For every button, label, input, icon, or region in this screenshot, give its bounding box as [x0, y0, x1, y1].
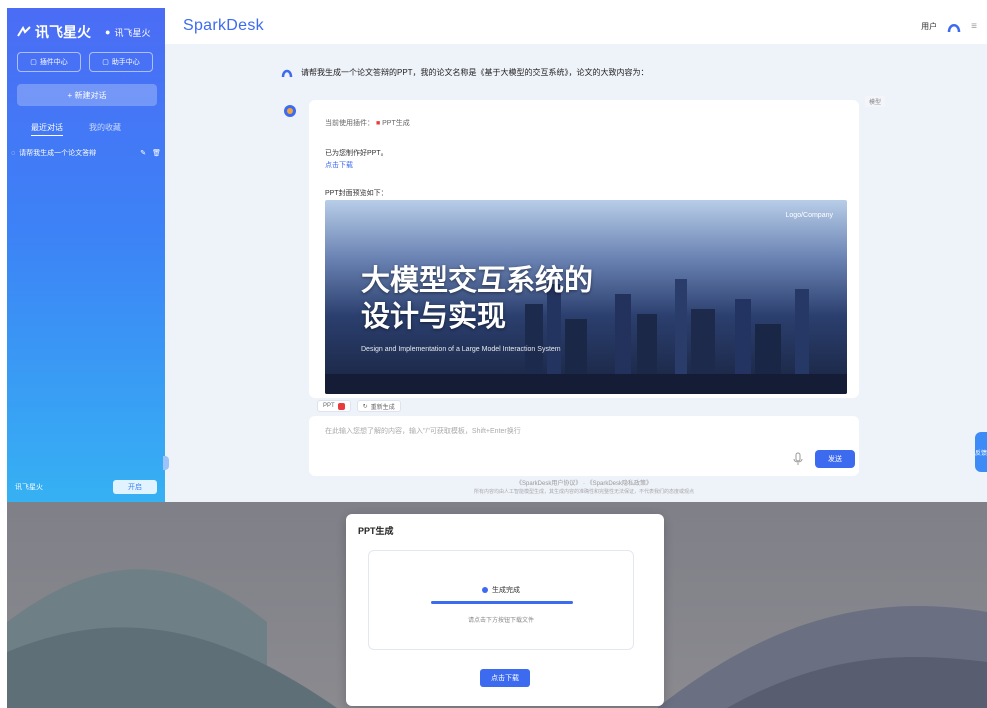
- refresh-icon: ↻: [362, 403, 368, 410]
- plugin-prefix: 当前使用插件：: [325, 120, 374, 127]
- delete-icon[interactable]: 🗑: [152, 149, 161, 157]
- plugin-name: PPT生成: [382, 120, 410, 127]
- ppt-badge-icon: [337, 402, 345, 410]
- status-hint: 请点击下方按钮下载文件: [467, 618, 534, 624]
- mode-toggle[interactable]: 开启: [113, 480, 157, 494]
- avatar-icon[interactable]: [947, 19, 961, 33]
- menu-icon[interactable]: ≡: [971, 21, 977, 32]
- history-title: 请帮我生成一个论文答辩: [19, 150, 97, 157]
- brand-title: SparkDesk: [183, 17, 264, 34]
- plugins-button[interactable]: ▢ 插件中心: [17, 52, 81, 72]
- ppt-plugin-icon: ■: [375, 120, 381, 127]
- spark-logo-icon: [17, 26, 31, 37]
- footer-note: 所有内容均由人工智能模型生成，其生成内容的准确性和完整性无法保证，不代表我们的态…: [473, 489, 694, 495]
- header: SparkDesk 用户 ≡: [165, 8, 987, 44]
- answer-card: 当前使用插件： ■ PPT生成 已为您制作好PPT。 点击下载 PPT封面预览如…: [309, 100, 859, 412]
- sidebar-tabs: 最近对话 我的收藏: [7, 106, 165, 136]
- plugin-icon: ▢: [30, 59, 37, 66]
- cover-subtitle: Design and Implementation of a Large Mod…: [361, 346, 561, 353]
- history-item[interactable]: ◌ 请帮我生成一个论文答辩 ✎ 🗑: [11, 146, 161, 160]
- send-button[interactable]: 发送: [815, 450, 855, 468]
- tab-favorites[interactable]: 我的收藏: [89, 122, 121, 136]
- footer-links[interactable]: 《SparkDesk用户协议》 · 《SparkDesk隐私政策》: [309, 478, 859, 487]
- status-text: 生成完成: [492, 587, 520, 594]
- card-actions: PPT ↻ 重新生成: [317, 400, 401, 412]
- user-question: 请帮我生成一个论文答辩的PPT，我的论文名称是《基于大模型的交互系统》，论文的大…: [281, 66, 649, 78]
- model-tag: 模型: [865, 96, 886, 107]
- chat-bubble-icon: ◌: [11, 149, 16, 157]
- logo-row: 讯飞星火 ● 讯飞星火: [7, 8, 165, 46]
- download-link[interactable]: 点击下载: [325, 160, 353, 170]
- logo-text: 讯飞星火: [35, 24, 91, 40]
- bottom-label: 讯飞星火: [15, 484, 43, 491]
- plugins-label: 插件中心: [39, 59, 68, 66]
- assistant-label: 助手中心: [111, 59, 140, 66]
- cover-title: 大模型交互系统的 设计与实现: [361, 262, 593, 334]
- sidebar: 讯飞星火 ● 讯飞星火 ▢ 插件中心 ▢ 助手中心 + 新建对话 最近对话 我的…: [7, 8, 165, 502]
- cover-company: Logo/Company: [785, 212, 833, 219]
- question-text: 请帮我生成一个论文答辩的PPT，我的论文名称是《基于大模型的交互系统》，论文的大…: [301, 67, 649, 77]
- assistant-button[interactable]: ▢ 助手中心: [89, 52, 153, 72]
- badge-icon: ●: [105, 27, 111, 37]
- chat-input-placeholder: 在此输入您想了解的内容，输入"/"可获取模板，Shift+Enter换行: [325, 428, 521, 435]
- edit-icon[interactable]: ✎: [140, 149, 146, 157]
- mini-buttons: ▢ 插件中心 ▢ 助手中心: [7, 46, 165, 72]
- plugin-line: 当前使用插件： ■ PPT生成: [325, 118, 410, 128]
- app-window: 讯飞星火 ● 讯飞星火 ▢ 插件中心 ▢ 助手中心 + 新建对话 最近对话 我的…: [7, 8, 987, 502]
- ppt-chip[interactable]: PPT: [317, 400, 351, 412]
- tab-recent[interactable]: 最近对话: [31, 122, 63, 136]
- modal-status-panel: 生成完成 请点击下方按钮下载文件: [368, 550, 634, 650]
- sidebar-bottom: 讯飞星火 开启: [15, 480, 157, 494]
- modal-title: PPT生成: [358, 526, 394, 536]
- logo[interactable]: 讯飞星火: [17, 22, 91, 42]
- modal-stage: PPT生成 生成完成 请点击下方按钮下载文件 点击下载: [7, 502, 987, 708]
- history-actions: ✎ 🗑: [140, 149, 161, 157]
- regenerate-chip[interactable]: ↻ 重新生成: [356, 400, 401, 412]
- ppt-cover-preview[interactable]: Logo/Company 大模型交互系统的 设计与实现 Design and I…: [325, 200, 847, 394]
- logo-sub-text: 讯飞星火: [114, 27, 151, 38]
- chat-input-box[interactable]: 在此输入您想了解的内容，输入"/"可获取模板，Shift+Enter换行 发送: [309, 416, 859, 476]
- regenerate-label: 重新生成: [370, 404, 395, 411]
- status-dot-icon: [482, 587, 488, 593]
- logo-sub[interactable]: ● 讯飞星火: [105, 26, 150, 39]
- new-chat-button[interactable]: + 新建对话: [17, 84, 157, 106]
- download-button[interactable]: 点击下载: [480, 669, 530, 687]
- bot-avatar-icon: [284, 105, 296, 117]
- user-avatar-icon: [281, 69, 293, 78]
- cover-title-line1: 大模型交互系统的: [361, 263, 594, 297]
- feedback-float-button[interactable]: 反馈: [975, 432, 987, 472]
- progress-bar: [431, 601, 573, 604]
- assistant-icon: ▢: [102, 59, 109, 66]
- preview-text: PPT封面预览如下：: [325, 190, 388, 197]
- ppt-modal: PPT生成 生成完成 请点击下方按钮下载文件 点击下载: [346, 514, 664, 706]
- cover-title-line2: 设计与实现: [361, 299, 507, 333]
- done-text: 已为您制作好PPT。: [325, 150, 388, 157]
- microphone-icon[interactable]: [793, 452, 803, 466]
- header-right: 用户 ≡: [921, 19, 977, 33]
- progress-fill: [431, 601, 573, 604]
- status-row: 生成完成: [369, 585, 633, 595]
- sidebar-collapse-handle[interactable]: [163, 456, 169, 470]
- ppt-chip-label: PPT: [323, 403, 335, 409]
- user-label[interactable]: 用户: [921, 21, 937, 32]
